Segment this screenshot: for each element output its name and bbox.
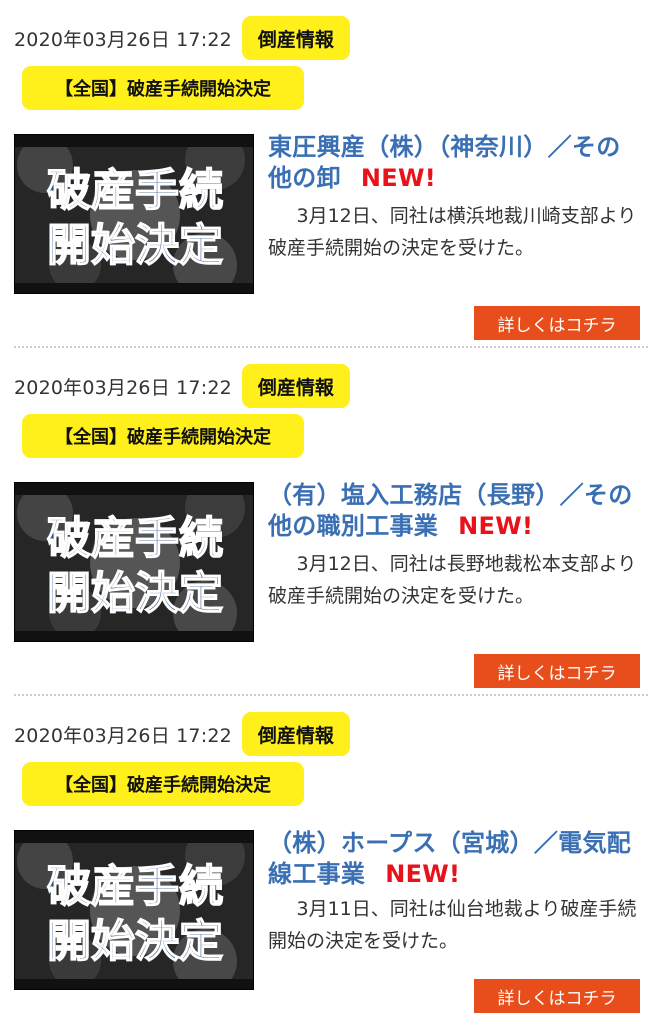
article-summary: 3月11日、同社は仙台地裁より破産手続開始の決定を受けた。 (268, 898, 637, 952)
article-summary: 3月12日、同社は横浜地裁川崎支部より破産手続開始の決定を受けた。 (268, 205, 637, 259)
thumbnail-line-1: 破産手続 (47, 513, 223, 564)
article-meta: 2020年03月26日 17:22 倒産情報 (14, 712, 350, 756)
region-tag-badge[interactable]: 【全国】破産手続開始決定 (22, 66, 304, 110)
read-more-button[interactable]: 詳しくはコチラ (474, 306, 640, 340)
article-title[interactable]: （有）塩入工務店（長野）／その他の職別工事業 NEW! (268, 480, 638, 542)
category-badge[interactable]: 倒産情報 (241, 364, 350, 408)
thumbnail-line-2: 開始決定 (47, 220, 223, 271)
article-date: 2020年03月26日 17:22 (14, 28, 232, 51)
new-label: NEW! (458, 512, 534, 540)
article-meta: 2020年03月26日 17:22 倒産情報 (14, 364, 350, 408)
thumbnail-line-2: 開始決定 (47, 568, 223, 619)
read-more-button[interactable]: 詳しくはコチラ (474, 979, 640, 1013)
article-title-text[interactable]: （有）塩入工務店（長野）／その他の職別工事業 (268, 481, 633, 540)
new-label: NEW! (385, 860, 461, 888)
region-tag-badge[interactable]: 【全国】破産手続開始決定 (22, 414, 304, 458)
thumbnail-line-1: 破産手続 (47, 861, 223, 912)
article-date: 2020年03月26日 17:22 (14, 724, 232, 747)
article-thumbnail[interactable]: 破産手続 開始決定 (14, 830, 254, 990)
article-thumbnail[interactable]: 破産手続 開始決定 (14, 482, 254, 642)
category-badge[interactable]: 倒産情報 (241, 16, 350, 60)
article-meta: 2020年03月26日 17:22 倒産情報 (14, 16, 350, 60)
article-thumbnail[interactable]: 破産手続 開始決定 (14, 134, 254, 294)
read-more-button[interactable]: 詳しくはコチラ (474, 654, 640, 688)
thumbnail-line-1: 破産手続 (47, 165, 223, 216)
article-title[interactable]: 東圧興産（株）（神奈川）／その他の卸 NEW! (268, 132, 638, 194)
article-summary: 3月12日、同社は長野地裁松本支部より破産手続開始の決定を受けた。 (268, 553, 637, 607)
article-title[interactable]: （株）ホープス（宮城）／電気配線工事業 NEW! (268, 828, 638, 890)
article-title-text[interactable]: 東圧興産（株）（神奈川）／その他の卸 (268, 133, 621, 192)
article-date: 2020年03月26日 17:22 (14, 376, 232, 399)
new-label: NEW! (360, 164, 437, 192)
article-item: 2020年03月26日 17:22 倒産情報 【全国】破産手続開始決定 破産手続… (0, 348, 662, 696)
category-badge[interactable]: 倒産情報 (241, 712, 350, 756)
thumbnail-line-2: 開始決定 (47, 916, 223, 967)
article-item: 2020年03月26日 17:22 倒産情報 【全国】破産手続開始決定 破産手続… (0, 0, 662, 348)
article-item: 2020年03月26日 17:22 倒産情報 【全国】破産手続開始決定 破産手続… (0, 696, 662, 1024)
region-tag-badge[interactable]: 【全国】破産手続開始決定 (22, 762, 304, 806)
